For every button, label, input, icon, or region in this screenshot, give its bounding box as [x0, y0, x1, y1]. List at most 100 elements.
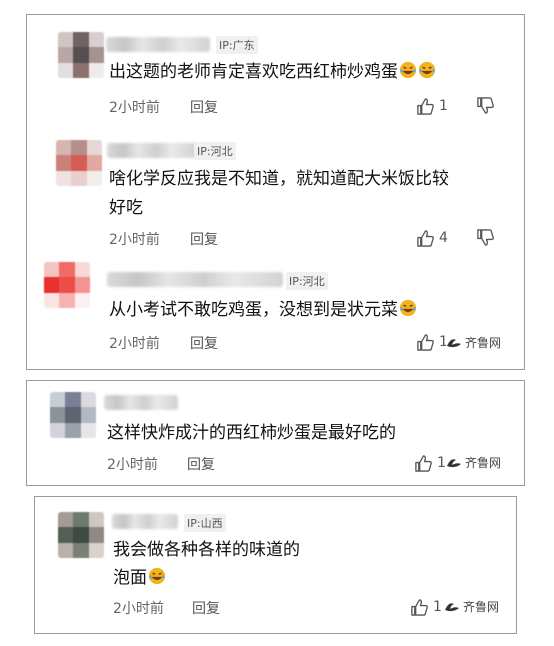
avatar[interactable] [58, 512, 104, 558]
comment-text-body: 出这题的老师肯定喜欢吃西红柿炒鸡蛋 [109, 62, 398, 82]
watermark-text: 齐鲁网 [463, 600, 500, 614]
dislike-button[interactable] [476, 228, 496, 248]
avatar-pixel [65, 392, 81, 408]
avatar[interactable] [50, 392, 96, 438]
avatar-pixel [86, 170, 102, 186]
avatar-pixel [73, 512, 89, 528]
like-button[interactable]: 1 [414, 453, 446, 473]
avatar-pixel [73, 32, 89, 48]
comment-time: 2小时前 [109, 100, 160, 116]
thumbs-up-icon [414, 454, 433, 473]
avatar-pixel [86, 155, 102, 171]
avatar-pixel [58, 47, 74, 63]
like-button[interactable]: 4 [416, 228, 448, 248]
comment-text-line: 泡面 [113, 568, 147, 588]
like-count: 4 [439, 230, 448, 246]
avatar-pixel [58, 62, 74, 78]
avatar-pixel [80, 407, 96, 423]
comment-time: 2小时前 [107, 457, 158, 473]
thumbs-down-icon [476, 228, 496, 247]
avatar-pixel [44, 262, 60, 278]
avatar-pixel [44, 292, 60, 308]
avatar-pixel [44, 277, 60, 293]
watermark: 齐鲁网 [446, 334, 502, 351]
like-button[interactable]: 1 [416, 332, 448, 352]
avatar-pixel [88, 527, 104, 543]
avatar-pixel [88, 47, 104, 63]
avatar-pixel [74, 277, 90, 293]
ip-location: IP:河北 [194, 142, 236, 160]
username-blurred[interactable] [104, 395, 178, 410]
comment-text: 我会做各种各样的味道的 泡面 [113, 536, 300, 592]
watermark: 齐鲁网 [446, 454, 502, 471]
laughing-emoji-icon [399, 59, 417, 79]
comment-text-line: 我会做各种各样的味道的 [113, 540, 300, 560]
username-blurred[interactable] [112, 514, 178, 529]
like-button[interactable]: 1 [416, 96, 448, 116]
reply-button[interactable]: 回复 [192, 598, 220, 618]
avatar[interactable] [44, 262, 90, 308]
avatar-pixel [50, 392, 66, 408]
avatar-pixel [88, 32, 104, 48]
avatar-pixel [74, 262, 90, 278]
laughing-emoji-icon [399, 297, 417, 317]
thumbs-up-icon [416, 229, 435, 248]
avatar-pixel [80, 422, 96, 438]
laughing-emoji-icon [418, 59, 436, 79]
avatar-pixel [58, 32, 74, 48]
avatar-pixel [59, 277, 75, 293]
comment-text-body: 这样快炸成汁的西红柿炒蛋是最好吃的 [107, 423, 396, 443]
ip-location: IP:广东 [216, 36, 258, 54]
like-count: 1 [437, 455, 446, 471]
ip-location: IP:河北 [286, 272, 328, 290]
watermark: 齐鲁网 [444, 598, 500, 615]
avatar-pixel [59, 292, 75, 308]
avatar-pixel [50, 422, 66, 438]
comment-text-line: 啥化学反应我是不知道，就知道配大米饭比较 [109, 169, 449, 189]
watermark-text: 齐鲁网 [465, 456, 502, 470]
avatar-pixel [73, 542, 89, 558]
avatar-pixel [73, 47, 89, 63]
avatar-pixel [59, 262, 75, 278]
username-blurred[interactable] [107, 272, 283, 287]
like-count: 1 [433, 599, 442, 615]
watermark-logo-icon [446, 336, 462, 350]
avatar-pixel [58, 512, 74, 528]
avatar-pixel [56, 140, 72, 156]
avatar[interactable] [58, 32, 104, 78]
username-blurred[interactable] [106, 37, 210, 52]
reply-button[interactable]: 回复 [190, 229, 218, 249]
avatar-pixel [65, 422, 81, 438]
dislike-button[interactable] [476, 96, 496, 116]
laughing-emoji-icon [148, 566, 166, 585]
avatar-pixel [71, 170, 87, 186]
avatar-pixel [88, 542, 104, 558]
reply-button[interactable]: 回复 [190, 333, 218, 353]
comment-text-line: 好吃 [109, 198, 143, 218]
thumbs-up-icon [416, 97, 435, 116]
comment-text: 啥化学反应我是不知道，就知道配大米饭比较 好吃 [109, 165, 449, 223]
reply-button[interactable]: 回复 [187, 454, 215, 474]
comment-time: 2小时前 [109, 232, 160, 248]
avatar-pixel [65, 407, 81, 423]
ip-location: IP:山西 [184, 514, 226, 532]
comment-time: 2小时前 [113, 601, 164, 617]
avatar[interactable] [56, 140, 102, 186]
avatar-pixel [56, 155, 72, 171]
like-button[interactable]: 1 [410, 597, 442, 617]
avatar-pixel [56, 170, 72, 186]
thumbs-up-icon [410, 598, 429, 617]
watermark-text: 齐鲁网 [465, 336, 502, 350]
avatar-pixel [50, 407, 66, 423]
avatar-pixel [73, 62, 89, 78]
comment-text-body: 从小考试不敢吃鸡蛋，没想到是状元菜 [109, 300, 398, 320]
watermark-logo-icon [444, 600, 460, 614]
reply-button[interactable]: 回复 [190, 97, 218, 117]
avatar-pixel [58, 542, 74, 558]
avatar-pixel [88, 512, 104, 528]
avatar-pixel [88, 62, 104, 78]
comment-text: 这样快炸成汁的西红柿炒蛋是最好吃的 [107, 418, 396, 448]
avatar-pixel [71, 155, 87, 171]
username-blurred[interactable] [107, 143, 197, 158]
like-count: 1 [439, 98, 448, 114]
